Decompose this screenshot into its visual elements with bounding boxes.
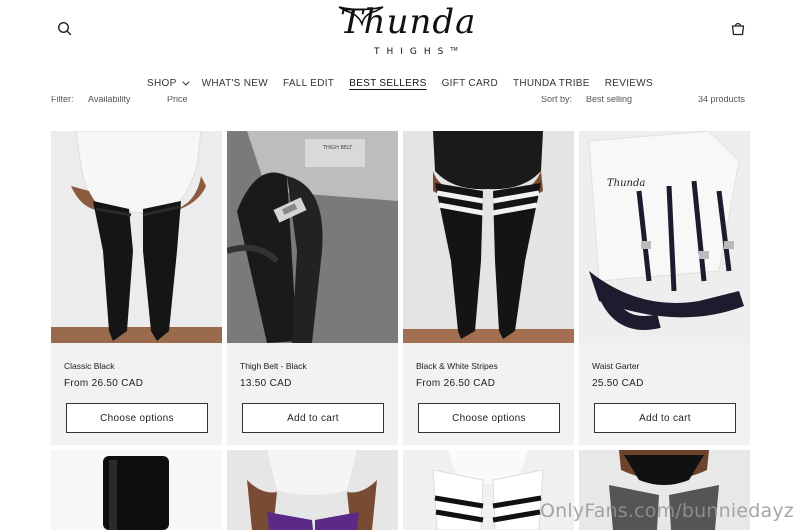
product-image-black-white-stripes[interactable] [403, 131, 574, 343]
nav-item-thunda-tribe[interactable]: THUNDA TRIBE [505, 74, 597, 92]
product-card[interactable] [51, 450, 222, 530]
filter-availability[interactable]: Availability [88, 96, 130, 104]
product-price: 25.50 CAD [592, 378, 644, 389]
chevron-down-icon [181, 78, 190, 86]
product-image[interactable] [51, 450, 222, 530]
search-button[interactable] [56, 20, 74, 38]
sort-label: Sort by: [541, 96, 573, 104]
product-image-waist-garter[interactable]: Thunda [579, 131, 750, 343]
product-image-classic-black[interactable] [51, 131, 222, 343]
product-card[interactable]: THIGH BELT Thigh Belt - Black 13.50 CAD … [227, 131, 398, 445]
add-to-cart-button[interactable]: Add to cart [242, 403, 384, 433]
add-to-cart-button[interactable]: Add to cart [594, 403, 736, 433]
product-card[interactable]: Thunda Waist Garter 25.50 CAD Add to car… [579, 131, 750, 445]
logo-wordmark: Thunda [340, 2, 477, 42]
product-title[interactable]: Waist Garter [592, 361, 639, 371]
product-title[interactable]: Black & White Stripes [416, 361, 498, 371]
product-count: 34 products [698, 96, 746, 104]
product-price: From 26.50 CAD [64, 378, 144, 389]
product-card[interactable]: Classic Black From 26.50 CAD Choose opti… [51, 131, 222, 445]
nav-item-shop[interactable]: SHOP [140, 74, 195, 92]
nav-item-gift-card[interactable]: GIFT CARD [434, 74, 505, 92]
product-price: 13.50 CAD [240, 378, 292, 389]
filter-bar: Filter: Availability Price Sort by: Best… [0, 96, 800, 106]
site-header: Thunda THIGHSTM [0, 0, 800, 68]
nav-item-whats-new[interactable]: WHAT'S NEW [194, 74, 275, 92]
brand-logo[interactable]: Thunda THIGHSTM [332, 2, 475, 64]
product-title[interactable]: Classic Black [64, 361, 115, 371]
filter-price[interactable]: Price [167, 96, 188, 104]
product-image-thigh-belt-black[interactable]: THIGH BELT [227, 131, 398, 343]
logo-subtitle: THIGHSTM [374, 47, 458, 57]
watermark: OnlyFans.com/bunniedayz [540, 500, 794, 522]
nav-item-best-sellers[interactable]: BEST SELLERS [342, 74, 434, 92]
product-title[interactable]: Thigh Belt - Black [240, 361, 307, 371]
garter-box-label: Thunda [607, 178, 645, 189]
choose-options-button[interactable]: Choose options [66, 403, 208, 433]
product-image[interactable] [227, 450, 398, 530]
choose-options-button[interactable]: Choose options [418, 403, 560, 433]
cart-button[interactable] [729, 20, 747, 38]
product-card[interactable]: Black & White Stripes From 26.50 CAD Cho… [403, 131, 574, 445]
search-icon [57, 21, 72, 36]
product-card[interactable] [227, 450, 398, 530]
product-price: From 26.50 CAD [416, 378, 496, 389]
sort-select[interactable]: Best selling [586, 96, 632, 104]
nav-item-fall-edit[interactable]: FALL EDIT [275, 74, 341, 92]
belt-box-label: THIGH BELT [322, 145, 353, 151]
filter-label: Filter: [51, 96, 74, 104]
nav-item-reviews[interactable]: REVIEWS [597, 74, 660, 92]
cart-icon [731, 22, 745, 36]
main-nav: SHOP WHAT'S NEW FALL EDIT BEST SELLERS G… [0, 74, 800, 92]
